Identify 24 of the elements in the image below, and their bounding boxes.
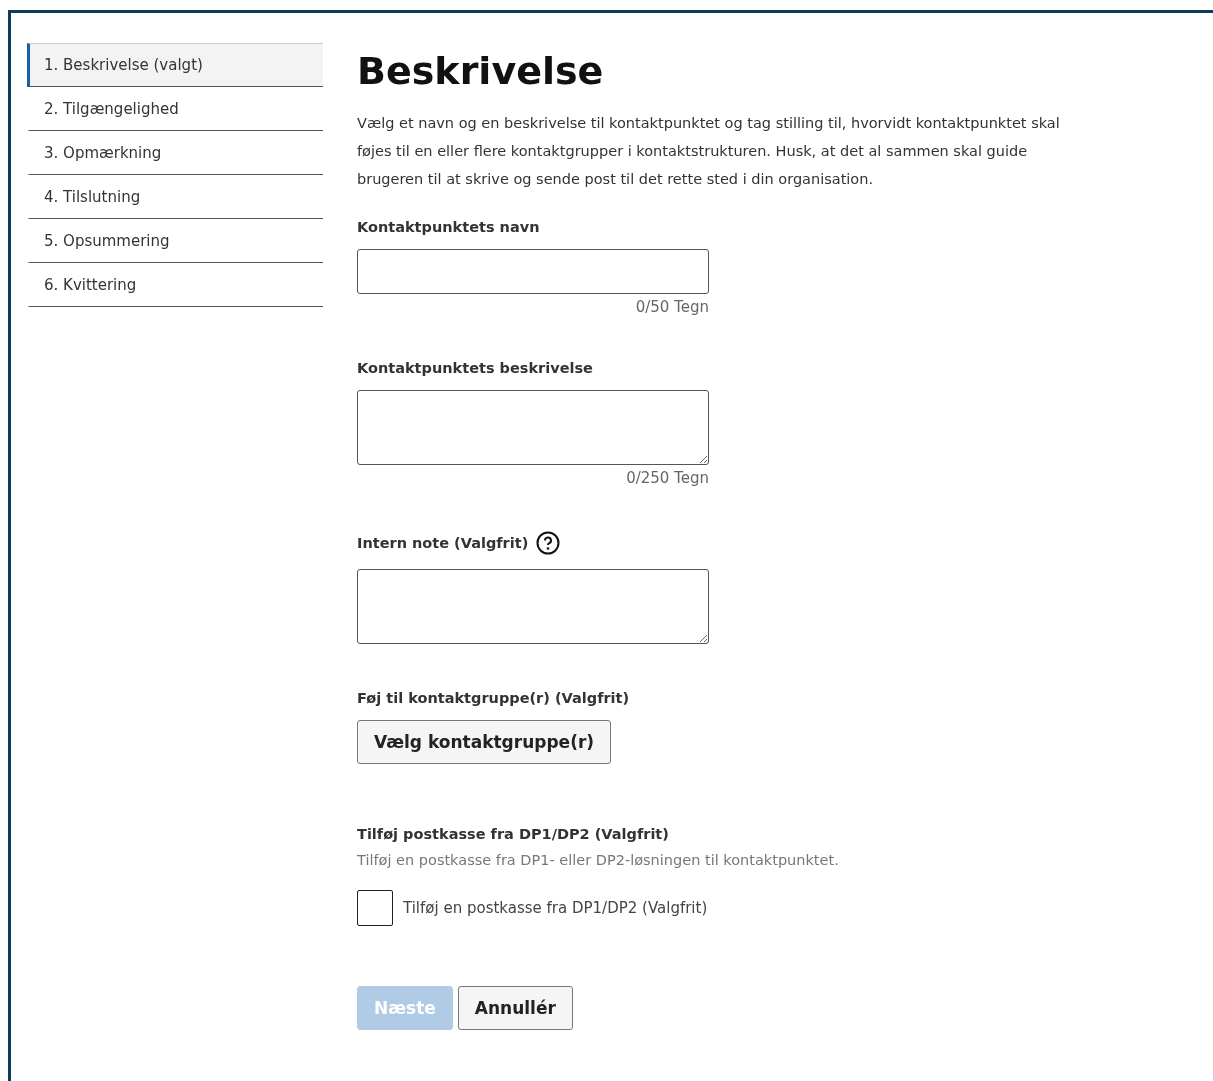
- char-counter: 0/250 Tegn: [626, 469, 709, 487]
- step-tab[interactable]: 5. Opsummering: [27, 219, 323, 263]
- field-label: Intern note (Valgfrit): [357, 535, 529, 551]
- step-tab[interactable]: 3. Opmærkning: [27, 131, 323, 175]
- help-icon[interactable]: [536, 531, 561, 555]
- input-field[interactable]: [357, 249, 709, 294]
- cancel-button[interactable]: Annullér: [457, 986, 573, 1030]
- field-label: Tilføj postkasse fra DP1/DP2 (Valgfrit): [357, 826, 669, 842]
- char-counter: 0/50 Tegn: [635, 298, 709, 316]
- textarea-field[interactable]: [357, 569, 709, 644]
- intro-text: Vælg et navn og en beskrivelse til kontaktpunktet og tag stilling til, hvorvidt kontaktpunktet skal føjes til en eller flere kontaktgrupper i kontaktstrukturen. Husk, at det al sammen skal guide brugeren til at skrive og sende post til det rette sted i din organisation.: [357, 114, 1061, 189]
- field-label: Kontaktpunktets beskrivelse: [357, 360, 593, 376]
- field-label: Kontaktpunktets navn: [357, 219, 540, 235]
- hint-text: Tilføj en postkasse fra DP1- eller DP2-løsningen til kontaktpunktet.: [357, 852, 840, 868]
- step-tab[interactable]: 2. Tilgængelighed: [27, 87, 323, 131]
- checkbox[interactable]: [357, 890, 393, 926]
- step-tab[interactable]: 1. Beskrivelse (valgt): [27, 43, 323, 87]
- textarea-field[interactable]: [357, 390, 709, 465]
- checkbox-label[interactable]: Tilføj en postkasse fra DP1/DP2 (Valgfrit): [403, 899, 708, 917]
- choose-group-button[interactable]: Vælg kontaktgruppe(r): [357, 720, 612, 764]
- step-tab[interactable]: 6. Kvittering: [27, 263, 323, 307]
- field-label: Føj til kontaktgruppe(r) (Valgfrit): [357, 690, 630, 706]
- step-tab[interactable]: 4. Tilslutning: [27, 175, 323, 219]
- page-heading: Beskrivelse: [357, 49, 605, 93]
